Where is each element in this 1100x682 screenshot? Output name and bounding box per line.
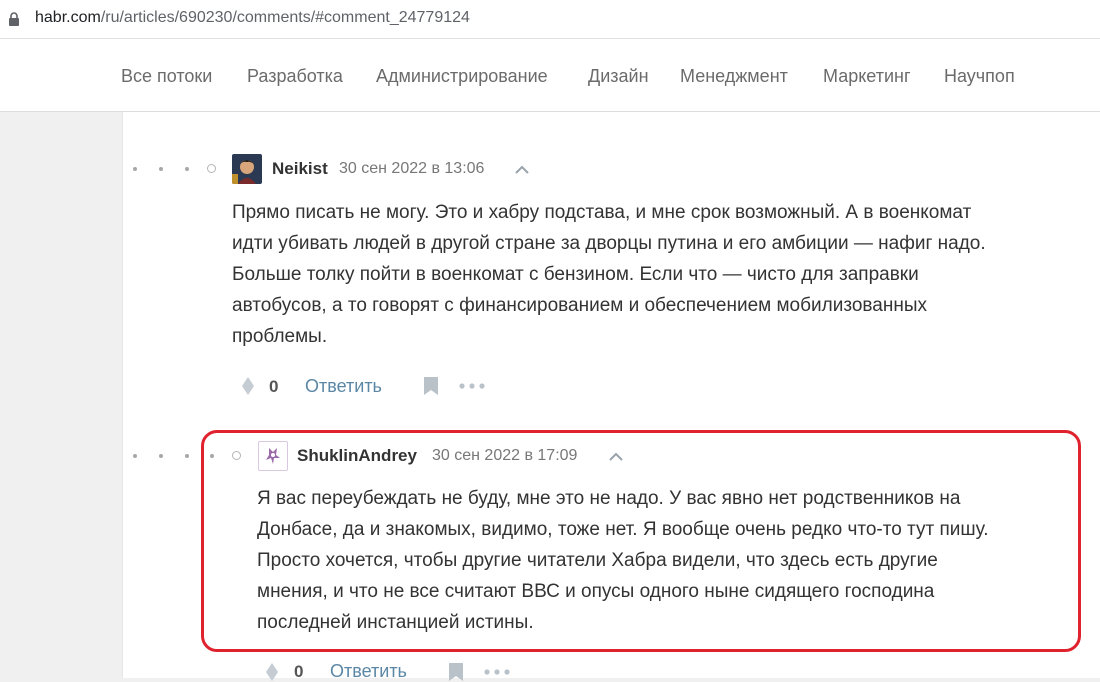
thread-dot <box>185 167 189 171</box>
nav-item-marketing[interactable]: Маркетинг <box>823 66 911 87</box>
comment-line: Больше толку пойти в военкомат с бензино… <box>232 264 919 285</box>
comment-score: 0 <box>269 377 279 396</box>
thread-dot <box>185 454 189 458</box>
lock-icon <box>9 12 19 26</box>
url-text[interactable]: habr.com/ru/articles/690230/comments/#co… <box>35 9 470 27</box>
vote-icon[interactable] <box>241 376 255 396</box>
url-host: habr.com <box>35 9 101 26</box>
nav-item-management[interactable]: Менеджмент <box>680 66 788 87</box>
thread-dot <box>133 167 137 171</box>
comment-author[interactable]: Neikist <box>272 159 328 179</box>
nav-item-administration[interactable]: Администрирование <box>376 66 548 87</box>
nav-item-development[interactable]: Разработка <box>247 66 343 87</box>
chevron-up-icon[interactable] <box>514 165 530 175</box>
comment-body: Прямо писать не могу. Это и хабру подста… <box>232 197 986 352</box>
more-icon[interactable] <box>484 669 510 675</box>
bookmark-icon[interactable] <box>448 662 464 682</box>
comment-timestamp[interactable]: 30 сен 2022 в 13:06 <box>339 160 484 178</box>
thread-dot <box>133 454 137 458</box>
nav-item-design[interactable]: Дизайн <box>588 66 649 87</box>
url-path: /ru/articles/690230/comments/#comment_24… <box>100 9 470 26</box>
comment-line: идти убивать людей в другой стране за дв… <box>232 233 986 254</box>
nav-item-popsci[interactable]: Научпоп <box>944 66 1015 87</box>
reply-button[interactable]: Ответить <box>330 661 407 682</box>
bookmark-icon[interactable] <box>423 376 439 396</box>
hub-navigation: Все потоки Разработка Администрирование … <box>0 39 1100 112</box>
highlight-annotation <box>201 430 1081 652</box>
comment-score: 0 <box>294 662 304 681</box>
address-bar[interactable]: habr.com/ru/articles/690230/comments/#co… <box>0 0 1100 39</box>
avatar-image <box>232 154 262 184</box>
thread-dot <box>159 167 163 171</box>
thread-dot <box>159 454 163 458</box>
avatar[interactable] <box>232 154 262 184</box>
thread-node[interactable] <box>207 164 216 173</box>
reply-button[interactable]: Ответить <box>305 376 382 397</box>
vote-icon[interactable] <box>265 662 279 682</box>
comment-line: Прямо писать не могу. Это и хабру подста… <box>232 202 972 223</box>
comment-line: автобусов, а то говорят с финансирование… <box>232 295 927 316</box>
nav-item-all-flows[interactable]: Все потоки <box>121 66 212 87</box>
more-icon[interactable] <box>459 383 485 389</box>
comment-line: проблемы. <box>232 326 328 347</box>
